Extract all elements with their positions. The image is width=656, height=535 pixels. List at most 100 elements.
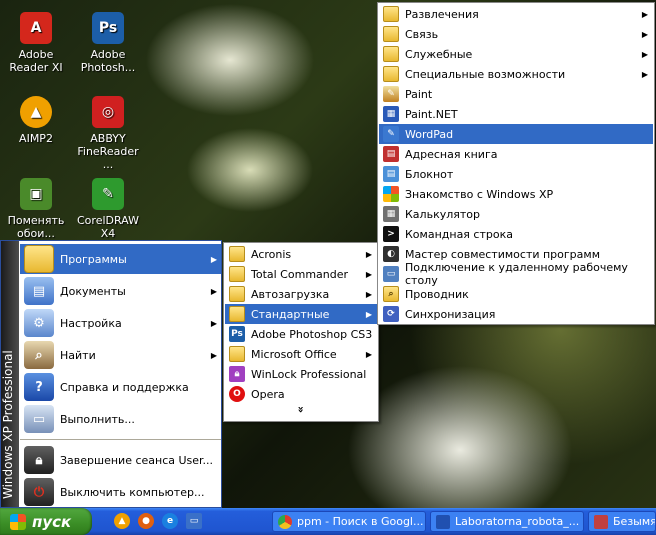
photoshop-icon: Ps bbox=[92, 12, 124, 44]
submenu-arrow-icon: ▶ bbox=[210, 318, 217, 328]
compatibility-wizard-icon: ◐ bbox=[383, 246, 399, 262]
menu-item-label: Служебные bbox=[405, 47, 473, 61]
submenu-arrow-icon: ▶ bbox=[641, 69, 648, 79]
desktop-icon-coreldraw[interactable]: ✎ CorelDRAW X4 bbox=[72, 178, 144, 240]
start-item-shutdown[interactable]: ⏻ Выключить компьютер... bbox=[20, 477, 221, 507]
show-desktop-icon[interactable]: ▭ bbox=[186, 513, 202, 529]
task-label: Laboratorna_robota_... bbox=[455, 515, 580, 528]
accessories-item[interactable]: Развлечения ▶ bbox=[379, 4, 653, 24]
menu-item-label: Развлечения bbox=[405, 7, 479, 21]
accessories-item[interactable]: > Командная строка bbox=[379, 224, 653, 244]
desktop-icon-label: ABBYY FineReader ... bbox=[77, 132, 139, 171]
start-item-logoff[interactable]: 🔒︎ Завершение сеанса User... bbox=[20, 445, 221, 475]
adobe-reader-icon: A bbox=[20, 12, 52, 44]
menu-item-label: Блокнот bbox=[405, 167, 454, 181]
menu-item-label: Total Commander bbox=[251, 267, 349, 281]
menu-item-label: Проводник bbox=[405, 287, 469, 301]
sync-icon: ⟳ bbox=[383, 306, 399, 322]
menu-item-label: Мастер совместимости программ bbox=[405, 247, 600, 261]
menu-item-label: Калькулятор bbox=[405, 207, 480, 221]
desktop-icon-wallpaper[interactable]: ▣ Поменять обои... bbox=[0, 178, 72, 240]
submenu-arrow-icon: ▶ bbox=[210, 286, 217, 296]
start-item-label: Программы bbox=[60, 252, 127, 266]
programs-item-total-commander[interactable]: Total Commander ▶ bbox=[225, 264, 377, 284]
finereader-icon: ◎ bbox=[92, 96, 124, 128]
desktop-icon-aimp[interactable]: ▲ AIMP2 bbox=[0, 96, 72, 145]
accessories-item[interactable]: Связь ▶ bbox=[379, 24, 653, 44]
start-item-documents[interactable]: ▤ Документы ▶ bbox=[20, 276, 221, 306]
settings-icon: ⚙ bbox=[24, 309, 54, 337]
start-item-label: Документы bbox=[60, 284, 126, 298]
folder-icon bbox=[229, 306, 245, 322]
folder-icon bbox=[383, 46, 399, 62]
search-icon: ⌕ bbox=[24, 341, 54, 369]
address-book-icon: ▤ bbox=[383, 146, 399, 162]
opera-icon: O bbox=[229, 386, 245, 402]
start-item-label: Найти bbox=[60, 348, 96, 362]
start-menu-separator bbox=[20, 439, 221, 440]
desktop-icon-label: Adobe Photosh... bbox=[80, 48, 136, 74]
folder-icon bbox=[229, 266, 245, 282]
desktop-icon-adobe-reader[interactable]: A Adobe Reader XI bbox=[0, 12, 72, 74]
start-button-label: пуск bbox=[32, 512, 72, 531]
start-item-settings[interactable]: ⚙ Настройка ▶ bbox=[20, 308, 221, 338]
start-item-label: Завершение сеанса User... bbox=[60, 453, 214, 467]
accessories-item[interactable]: ▦ Калькулятор bbox=[379, 204, 653, 224]
programs-item-acronis[interactable]: Acronis ▶ bbox=[225, 244, 377, 264]
submenu-arrow-icon: ▶ bbox=[365, 349, 372, 359]
start-item-search[interactable]: ⌕ Найти ▶ bbox=[20, 340, 221, 370]
menu-item-label: Знакомство с Windows XP bbox=[405, 187, 554, 201]
accessories-item[interactable]: ✎ Paint bbox=[379, 84, 653, 104]
paintnet-icon: ▦ bbox=[383, 106, 399, 122]
menu-item-label: Стандартные bbox=[251, 307, 330, 321]
accessories-item[interactable]: ⌕ Проводник bbox=[379, 284, 653, 304]
submenu-arrow-icon: ▶ bbox=[210, 350, 217, 360]
accessories-item[interactable]: ▤ Адресная книга bbox=[379, 144, 653, 164]
help-icon: ? bbox=[24, 373, 54, 401]
taskbar-task-paint[interactable]: Безымя bbox=[588, 511, 656, 532]
start-button[interactable]: пуск bbox=[0, 508, 92, 535]
accessories-item[interactable]: ▭ Подключение к удаленному рабочему столу bbox=[379, 261, 653, 287]
programs-menu: Acronis ▶ Total Commander ▶ Автозагрузка… bbox=[223, 242, 379, 422]
firefox-quick-icon[interactable]: ● bbox=[138, 513, 154, 529]
submenu-arrow-icon: ▶ bbox=[641, 29, 648, 39]
start-item-help[interactable]: ? Справка и поддержка bbox=[20, 372, 221, 402]
accessories-item[interactable]: ⟳ Синхронизация bbox=[379, 304, 653, 324]
start-item-run[interactable]: ▭ Выполнить... bbox=[20, 404, 221, 434]
word-document-icon bbox=[436, 514, 450, 529]
menu-item-label: Opera bbox=[251, 387, 285, 401]
wallpaper-icon: ▣ bbox=[20, 178, 52, 210]
folder-icon bbox=[383, 26, 399, 42]
taskbar-task-word[interactable]: Laboratorna_robota_... bbox=[430, 511, 584, 532]
wordpad-icon: ✎ bbox=[383, 126, 399, 142]
ie-quick-icon[interactable]: e bbox=[162, 513, 178, 529]
accessories-item[interactable]: ✎ WordPad bbox=[379, 124, 653, 144]
menu-item-label: Командная строка bbox=[405, 227, 513, 241]
accessories-item[interactable]: Знакомство с Windows XP bbox=[379, 184, 653, 204]
documents-icon: ▤ bbox=[24, 277, 54, 305]
programs-item-startup[interactable]: Автозагрузка ▶ bbox=[225, 284, 377, 304]
menu-item-label: Специальные возможности bbox=[405, 67, 566, 81]
remote-desktop-icon: ▭ bbox=[383, 266, 399, 282]
desktop-icon-label: Поменять обои... bbox=[7, 214, 65, 240]
aimp-quick-icon[interactable]: ▲ bbox=[114, 513, 130, 529]
desktop-icon-photoshop[interactable]: Ps Adobe Photosh... bbox=[72, 12, 144, 74]
accessories-item[interactable]: Специальные возможности ▶ bbox=[379, 64, 653, 84]
start-item-programs[interactable]: Программы ▶ bbox=[20, 244, 221, 274]
folder-icon bbox=[383, 6, 399, 22]
menu-item-label: WinLock Professional bbox=[251, 367, 367, 381]
winlock-icon: 🔒︎ bbox=[229, 366, 245, 382]
submenu-arrow-icon: ▶ bbox=[365, 249, 372, 259]
command-prompt-icon: > bbox=[383, 226, 399, 242]
accessories-item[interactable]: ▦ Paint.NET bbox=[379, 104, 653, 124]
accessories-item[interactable]: Служебные ▶ bbox=[379, 44, 653, 64]
expand-menu-chevron-icon[interactable]: » bbox=[295, 333, 308, 487]
desktop-icon-label: AIMP2 bbox=[19, 132, 53, 145]
accessories-item[interactable]: ▤ Блокнот bbox=[379, 164, 653, 184]
folder-icon bbox=[229, 246, 245, 262]
programs-item-accessories[interactable]: Стандартные ▶ bbox=[225, 304, 377, 324]
submenu-arrow-icon: ▶ bbox=[641, 9, 648, 19]
taskbar-task-chrome[interactable]: ppm - Поиск в Googl... bbox=[272, 511, 426, 532]
start-item-label: Выключить компьютер... bbox=[60, 485, 205, 499]
desktop-icon-finereader[interactable]: ◎ ABBYY FineReader ... bbox=[72, 96, 144, 171]
